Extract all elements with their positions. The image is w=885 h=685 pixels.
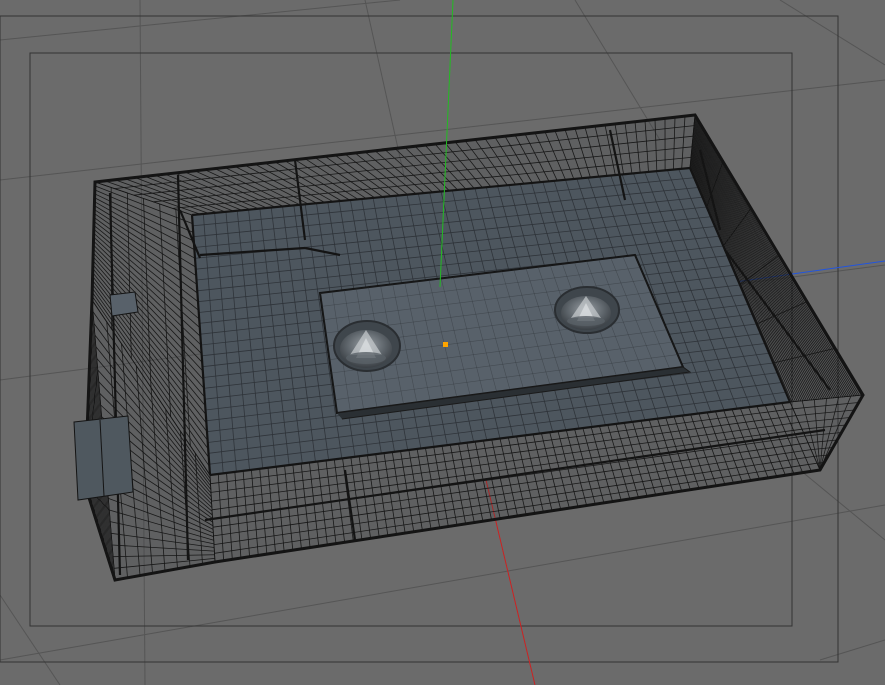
mesh-line bbox=[0, 0, 401, 41]
object-pivot-handle[interactable] bbox=[443, 342, 448, 347]
left-latch-upper bbox=[109, 291, 139, 317]
mesh-line bbox=[819, 639, 885, 661]
cassette-model[interactable] bbox=[73, 113, 865, 582]
right-reel-hub-icon bbox=[554, 286, 620, 334]
mesh-line bbox=[799, 469, 885, 541]
viewport-canvas[interactable] bbox=[0, 0, 885, 685]
left-reel-hub-icon bbox=[333, 320, 401, 372]
3d-viewport[interactable] bbox=[0, 0, 885, 685]
mesh-line bbox=[779, 0, 885, 66]
